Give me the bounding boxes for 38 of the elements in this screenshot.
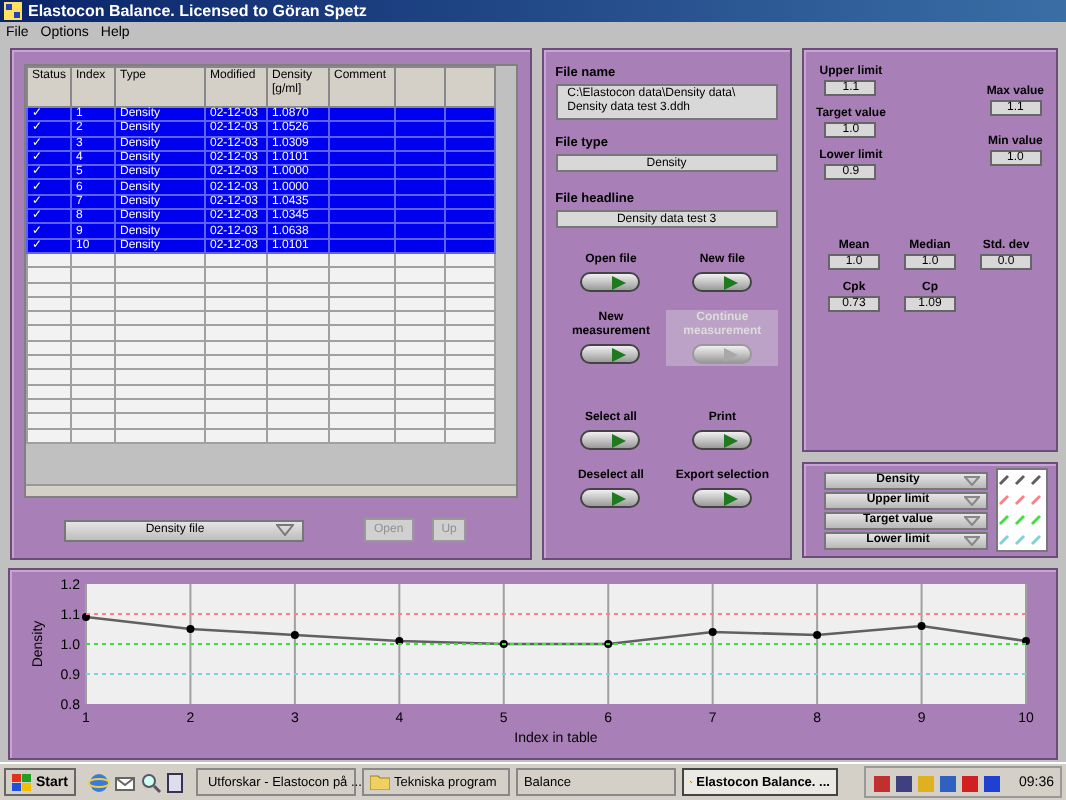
play-icon bbox=[724, 347, 739, 361]
data-point bbox=[290, 631, 299, 639]
line-swatch bbox=[998, 490, 1046, 510]
caret-icon bbox=[276, 524, 294, 536]
play-icon bbox=[724, 433, 739, 447]
oval-button[interactable] bbox=[580, 272, 641, 292]
data-point bbox=[499, 640, 508, 648]
play-icon bbox=[724, 275, 739, 289]
line-swatch bbox=[998, 510, 1046, 530]
oval-button[interactable] bbox=[692, 430, 753, 450]
data-point bbox=[813, 631, 822, 639]
data-point bbox=[82, 613, 90, 621]
oval-button[interactable] bbox=[580, 430, 641, 450]
oval-button[interactable] bbox=[692, 488, 753, 508]
data-point bbox=[395, 637, 404, 645]
oval-button[interactable] bbox=[692, 272, 753, 292]
magnifier-icon[interactable] bbox=[139, 771, 162, 793]
play-icon bbox=[612, 347, 627, 361]
play-icon bbox=[612, 433, 627, 447]
play-icon bbox=[612, 491, 627, 505]
play-icon bbox=[724, 491, 739, 505]
play-icon bbox=[612, 275, 627, 289]
data-point bbox=[708, 628, 717, 636]
envelope-icon[interactable] bbox=[113, 771, 136, 793]
document-icon[interactable] bbox=[165, 771, 184, 793]
oval-button[interactable] bbox=[580, 344, 641, 364]
horizontal-scrollbar[interactable] bbox=[26, 484, 516, 496]
data-point bbox=[186, 625, 195, 633]
folder-icon bbox=[369, 774, 390, 790]
line-swatch bbox=[998, 470, 1046, 490]
globe-icon[interactable] bbox=[87, 771, 110, 793]
window-title: Elastocon Balance. Licensed to Göran Spetz bbox=[28, 2, 367, 20]
data-point bbox=[604, 640, 613, 648]
windows-logo-icon bbox=[12, 773, 32, 791]
line-swatch bbox=[998, 530, 1046, 550]
oval-button[interactable] bbox=[580, 488, 641, 508]
data-point bbox=[1022, 637, 1030, 645]
data-point bbox=[917, 622, 926, 630]
